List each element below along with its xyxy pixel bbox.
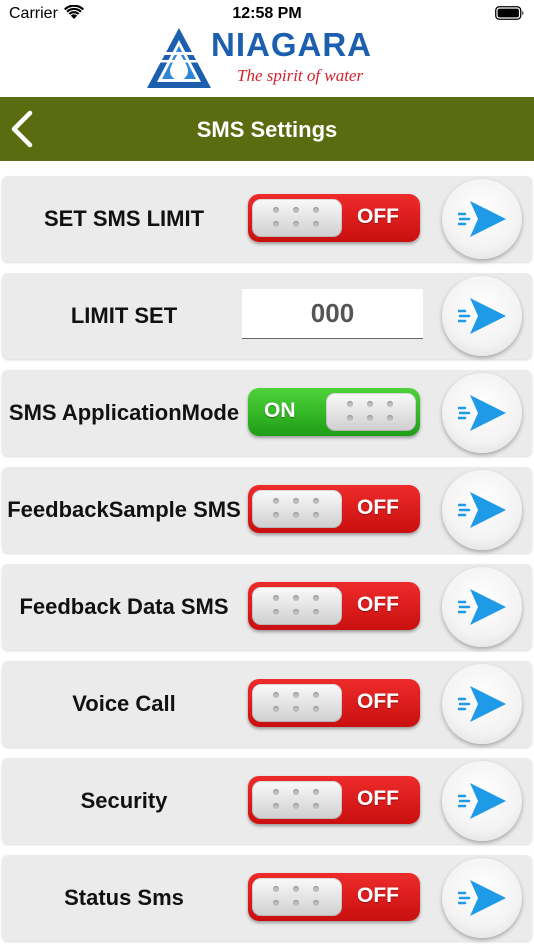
grip-dots-icon bbox=[273, 595, 323, 617]
grip-dots-icon bbox=[273, 692, 323, 714]
setting-label: Feedback Data SMS bbox=[6, 564, 242, 650]
setting-label: Security bbox=[6, 758, 242, 844]
setting-label: SMS Application Mode bbox=[6, 370, 242, 456]
toggle-knob bbox=[252, 490, 342, 528]
grip-dots-icon bbox=[273, 207, 323, 229]
toggle-state-label: OFF bbox=[357, 593, 399, 616]
toggle-knob bbox=[252, 587, 342, 625]
send-button[interactable] bbox=[442, 470, 522, 550]
setting-label-line: Status Sms bbox=[64, 885, 184, 910]
send-button[interactable] bbox=[442, 858, 522, 938]
setting-label-line: Mode bbox=[181, 400, 240, 425]
logo-name: NIAGARA bbox=[211, 26, 372, 63]
setting-label-line: SET SMS LIMIT bbox=[43, 206, 205, 231]
setting-row: LIMIT SET bbox=[2, 273, 532, 359]
toggle-switch[interactable]: OFF bbox=[248, 194, 420, 242]
toggle-switch[interactable]: OFF bbox=[248, 485, 420, 533]
toggle-state-label: OFF bbox=[357, 205, 399, 228]
toggle-state-label: OFF bbox=[357, 884, 399, 907]
toggle-state-label: OFF bbox=[357, 496, 399, 519]
send-icon bbox=[458, 589, 506, 625]
grip-dots-icon bbox=[273, 789, 323, 811]
setting-label: Status Sms bbox=[6, 855, 242, 941]
send-button[interactable] bbox=[442, 373, 522, 453]
toggle-knob bbox=[252, 878, 342, 916]
toggle-knob bbox=[252, 684, 342, 722]
logo-triangle-icon bbox=[147, 28, 211, 88]
setting-row: Status Sms OFF bbox=[2, 855, 532, 941]
setting-label: Feedback Sample SMS bbox=[6, 467, 242, 553]
setting-label: SET SMS LIMIT bbox=[6, 176, 242, 262]
setting-row: Voice Call OFF bbox=[2, 661, 532, 747]
send-icon bbox=[458, 783, 506, 819]
toggle-switch[interactable]: OFF bbox=[248, 776, 420, 824]
toggle-knob bbox=[326, 393, 416, 431]
send-button[interactable] bbox=[442, 567, 522, 647]
setting-row: Feedback Sample SMS OFF bbox=[2, 467, 532, 553]
toggle-switch[interactable]: OFF bbox=[248, 873, 420, 921]
send-button[interactable] bbox=[442, 276, 522, 356]
setting-label-line: LIMIT SET bbox=[70, 303, 178, 328]
battery-icon bbox=[495, 6, 524, 20]
setting-label-line: Voice Call bbox=[72, 691, 176, 716]
setting-label-line: Feedback bbox=[7, 497, 109, 522]
setting-row: Feedback Data SMS OFF bbox=[2, 564, 532, 650]
logo-tagline: The spirit of water bbox=[237, 66, 364, 85]
setting-label-line: Security bbox=[80, 788, 168, 813]
send-icon bbox=[458, 395, 506, 431]
settings-list: SET SMS LIMIT OFF LIMIT SET SMS Application… bbox=[2, 176, 532, 952]
setting-row: SMS Application Mode ON bbox=[2, 370, 532, 456]
setting-row: Security OFF bbox=[2, 758, 532, 844]
setting-row: SET SMS LIMIT OFF bbox=[2, 176, 532, 262]
send-icon bbox=[458, 492, 506, 528]
send-icon bbox=[458, 298, 506, 334]
send-button[interactable] bbox=[442, 664, 522, 744]
toggle-state-label: ON bbox=[264, 399, 296, 422]
toggle-knob bbox=[252, 199, 342, 237]
toggle-state-label: OFF bbox=[357, 787, 399, 810]
toggle-state-label: OFF bbox=[357, 690, 399, 713]
setting-label: LIMIT SET bbox=[6, 273, 242, 359]
nav-bar: SMS Settings bbox=[0, 97, 534, 161]
status-time: 12:58 PM bbox=[232, 5, 302, 22]
grip-dots-icon bbox=[347, 401, 397, 423]
send-icon bbox=[458, 686, 506, 722]
grip-dots-icon bbox=[273, 498, 323, 520]
setting-label-line: Feedback Data SMS bbox=[19, 594, 229, 619]
toggle-knob bbox=[252, 781, 342, 819]
niagara-logo: NIAGARA The spirit of water bbox=[145, 24, 390, 92]
send-icon bbox=[458, 201, 506, 237]
setting-label-line: Sample SMS bbox=[108, 497, 241, 522]
send-button[interactable] bbox=[442, 179, 522, 259]
toggle-switch[interactable]: OFF bbox=[248, 582, 420, 630]
grip-dots-icon bbox=[273, 886, 323, 908]
send-icon bbox=[458, 880, 506, 916]
toggle-switch[interactable]: OFF bbox=[248, 679, 420, 727]
setting-label: Voice Call bbox=[6, 661, 242, 747]
toggle-switch[interactable]: ON bbox=[248, 388, 420, 436]
sms-limit-input[interactable] bbox=[242, 289, 423, 339]
send-button[interactable] bbox=[442, 761, 522, 841]
page-title: SMS Settings bbox=[196, 117, 338, 142]
setting-label-line: SMS Application bbox=[8, 400, 182, 425]
